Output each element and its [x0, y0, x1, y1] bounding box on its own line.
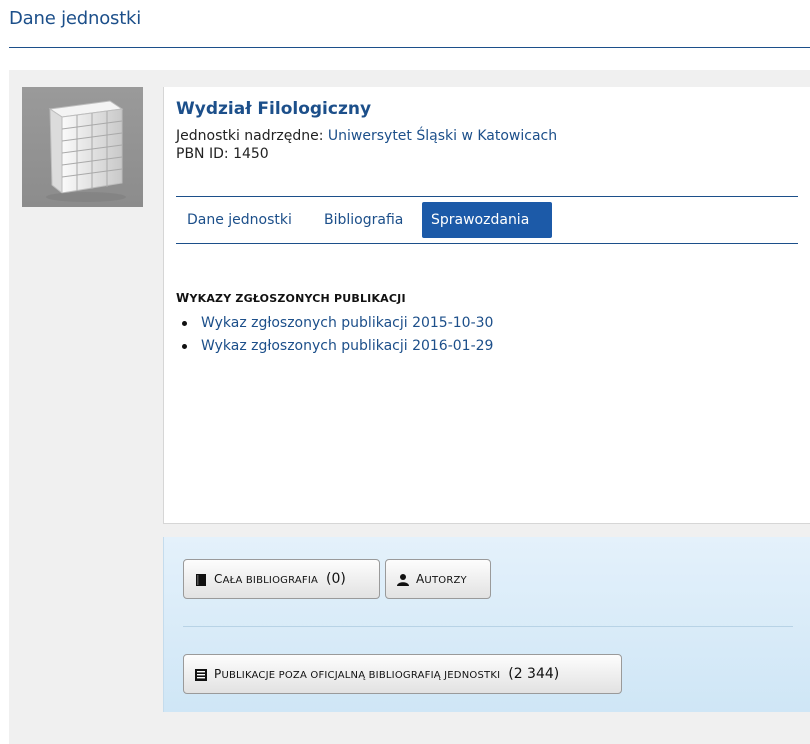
outside-publications-button[interactable]: PUBLIKACJE POZA OFICJALNĄ BIBLIOGRAFIĄ J…: [183, 654, 622, 694]
parent-unit-link[interactable]: Uniwersytet Śląski w Katowicach: [328, 128, 557, 144]
tab-bibliografia[interactable]: Bibliografia: [315, 202, 412, 238]
user-icon: [396, 572, 410, 586]
pbn-id-value: 1450: [233, 146, 269, 162]
pbn-id: PBN ID: 1450: [176, 146, 269, 162]
pbn-id-label: PBN ID:: [176, 146, 229, 162]
title-divider: [9, 47, 810, 48]
book-icon: [194, 572, 208, 586]
report-link[interactable]: Wykaz zgłoszonych publikacji 2015-10-30: [201, 315, 493, 331]
list-item: Wykaz zgłoszonych publikacji 2015-10-30: [176, 312, 493, 335]
tabs-top-divider: [176, 196, 798, 197]
bullet-icon: [182, 321, 187, 326]
authors-rest: UTORZY: [424, 575, 467, 586]
reports-heading-rest: YKAZY ZGŁOSZONYCH PUBLIKACJI: [189, 292, 406, 305]
bullet-icon: [182, 344, 187, 349]
outside-rest: UBLIKACJE POZA OFICJALNĄ BIBLIOGRAFIĄ JE…: [221, 670, 501, 681]
reports-list: Wykaz zgłoszonych publikacji 2015-10-30 …: [176, 312, 493, 358]
outside-publications-count: (2 344): [508, 666, 560, 682]
all-bib-rest: AŁA BIBLIOGRAFIA: [222, 575, 319, 586]
outside-publications-label: PUBLIKACJE POZA OFICJALNĄ BIBLIOGRAFIĄ J…: [214, 667, 500, 681]
list-item: Wykaz zgłoszonych publikacji 2016-01-29: [176, 335, 493, 358]
list-icon: [194, 667, 208, 681]
all-bibliography-button[interactable]: CAŁA BIBLIOGRAFIA (0): [183, 559, 380, 599]
reports-heading: WYKAZY ZGŁOSZONYCH PUBLIKACJI: [176, 291, 406, 305]
parent-units-label: Jednostki nadrzędne:: [176, 128, 324, 144]
report-link[interactable]: Wykaz zgłoszonych publikacji 2016-01-29: [201, 338, 493, 354]
all-bib-initial: C: [214, 572, 223, 586]
tabs-bottom-divider: [176, 243, 798, 244]
authors-button[interactable]: AUTORZY: [385, 559, 491, 599]
unit-name: Wydział Filologiczny: [176, 99, 372, 119]
tab-dane-jednostki[interactable]: Dane jednostki: [178, 202, 301, 238]
tab-sprawozdania[interactable]: Sprawozdania: [422, 202, 552, 238]
parent-units: Jednostki nadrzędne: Uniwersytet Śląski …: [176, 128, 557, 144]
building-icon: [46, 100, 126, 202]
authors-label: AUTORZY: [416, 572, 467, 586]
actions-divider: [183, 626, 793, 627]
all-bibliography-count: (0): [326, 571, 346, 587]
all-bibliography-label: CAŁA BIBLIOGRAFIA: [214, 572, 318, 586]
reports-heading-initial: W: [176, 291, 190, 305]
page-title: Dane jednostki: [9, 8, 142, 29]
unit-thumbnail: [22, 87, 143, 207]
